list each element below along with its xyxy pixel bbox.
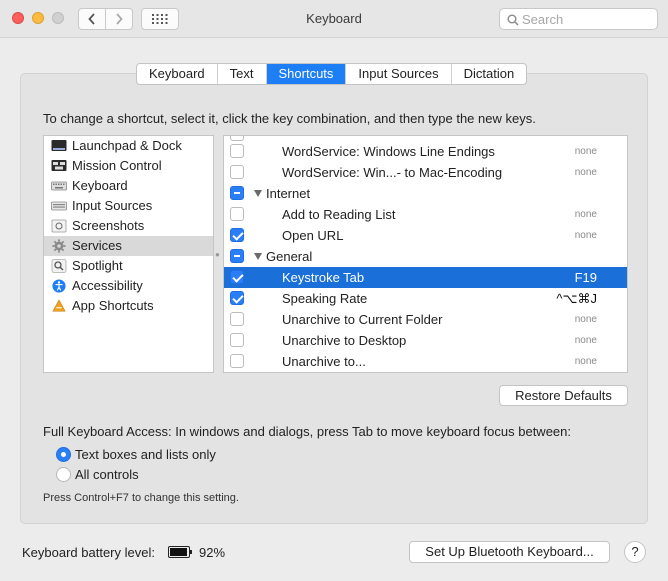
category-label: Keyboard [72, 178, 128, 193]
search-icon [507, 14, 519, 26]
category-item-spotlight[interactable]: Spotlight [44, 256, 213, 276]
group-checkbox[interactable] [230, 249, 244, 263]
tab-text[interactable]: Text [218, 64, 267, 84]
shortcut-label: WordService: Win...- to Mac-Encoding [282, 165, 503, 180]
search-field[interactable] [499, 8, 658, 30]
shortcut-checkbox[interactable] [230, 333, 244, 347]
shortcut-row[interactable]: Add to Reading List none [224, 204, 627, 225]
keyboard-access-hint: Press Control+F7 to change this setting. [43, 492, 239, 504]
category-item-mission-control[interactable]: Mission Control [44, 156, 213, 176]
shortcut-row-selected[interactable]: Keystroke Tab F19 [224, 267, 627, 288]
shortcut-checkbox[interactable] [230, 165, 244, 179]
launchpad-dock-icon [51, 140, 67, 151]
shortcut-group-row[interactable]: Internet [224, 183, 627, 204]
category-label: Launchpad & Dock [72, 138, 182, 153]
split-view-handle[interactable]: ● [215, 250, 221, 259]
shortcut-label: Unarchive to Current Folder [282, 312, 443, 327]
radio-button[interactable] [56, 467, 71, 482]
shortcut-row[interactable]: WordService: Win...- to Mac-Encoding non… [224, 162, 627, 183]
shortcut-label: WordService: Windows Line Endings [282, 144, 495, 159]
shortcut-label: Unarchive to... [282, 354, 366, 369]
category-label: App Shortcuts [72, 298, 154, 313]
accessibility-icon [52, 279, 66, 293]
gear-icon [52, 239, 66, 253]
radio-label: All controls [75, 467, 139, 482]
category-label: Services [72, 238, 122, 253]
category-item-app-shortcuts[interactable]: App Shortcuts [44, 296, 213, 316]
app-shortcuts-icon [52, 299, 66, 312]
category-item-launchpad-dock[interactable]: Launchpad & Dock [44, 136, 213, 156]
keyboard-icon [51, 181, 67, 191]
radio-button[interactable] [56, 447, 71, 462]
shortcut-keys[interactable]: none [575, 314, 597, 325]
category-item-input-sources[interactable]: Input Sources [44, 196, 213, 216]
help-button[interactable]: ? [624, 541, 646, 563]
group-label: General [266, 249, 313, 264]
shortcut-keys[interactable]: none [575, 356, 597, 367]
shortcut-row[interactable]: Speaking Rate ^⌥⌘J [224, 288, 627, 309]
shortcut-label: Unarchive to Desktop [282, 333, 407, 348]
tab-keyboard[interactable]: Keyboard [137, 64, 218, 84]
shortcut-checkbox[interactable] [230, 228, 244, 242]
disclosure-triangle-icon[interactable] [254, 190, 262, 197]
tab-input-sources[interactable]: Input Sources [346, 64, 452, 84]
shortcut-list[interactable]: WordService: Windows Line Endings none W… [223, 135, 628, 373]
shortcut-checkbox[interactable] [230, 354, 244, 368]
shortcut-label: Add to Reading List [282, 207, 396, 222]
shortcut-checkbox[interactable] [230, 207, 244, 221]
tab-dictation[interactable]: Dictation [452, 64, 527, 84]
category-item-services[interactable]: Services [44, 236, 213, 256]
shortcut-group-row[interactable]: General [224, 246, 627, 267]
mission-control-icon [51, 160, 67, 171]
input-sources-icon [51, 201, 67, 211]
battery-level-label: Keyboard battery level: [22, 545, 155, 560]
shortcut-row[interactable]: Open URL none [224, 225, 627, 246]
shortcut-keys[interactable]: F19 [575, 270, 597, 285]
shortcut-label: Speaking Rate [282, 291, 368, 306]
category-list[interactable]: Launchpad & Dock Mission Control Keyboar… [43, 135, 214, 373]
shortcut-row[interactable]: Unarchive to Current Folder none [224, 309, 627, 330]
category-label: Accessibility [72, 278, 143, 293]
shortcut-keys[interactable]: none [575, 335, 597, 346]
shortcut-keys[interactable]: none [575, 146, 597, 157]
restore-defaults-button[interactable]: Restore Defaults [499, 385, 628, 406]
shortcut-label: Open URL [282, 228, 344, 243]
shortcut-checkbox[interactable] [230, 312, 244, 326]
radio-label: Text boxes and lists only [75, 447, 216, 462]
search-input[interactable] [522, 11, 652, 27]
shortcut-keys[interactable]: none [575, 167, 597, 178]
disclosure-triangle-icon[interactable] [254, 253, 262, 260]
battery-percent: 92% [199, 545, 226, 560]
category-item-accessibility[interactable]: Accessibility [44, 276, 213, 296]
title-bar: Keyboard [0, 0, 668, 38]
shortcut-keys[interactable]: none [575, 209, 597, 220]
group-label: Internet [266, 186, 311, 201]
category-label: Input Sources [72, 198, 153, 213]
shortcut-label: Keystroke Tab [282, 270, 365, 285]
spotlight-icon [51, 259, 67, 273]
group-checkbox[interactable] [230, 186, 244, 200]
battery-icon [168, 546, 192, 558]
shortcut-row[interactable]: WordService: Windows Line Endings none [224, 141, 627, 162]
shortcut-row[interactable]: Unarchive to... none [224, 351, 627, 372]
shortcut-keys[interactable]: none [575, 230, 597, 241]
setup-bluetooth-keyboard-button[interactable]: Set Up Bluetooth Keyboard... [409, 541, 610, 563]
shortcut-checkbox[interactable] [230, 291, 244, 305]
screenshots-icon [51, 219, 67, 233]
instructions-text: To change a shortcut, select it, click t… [43, 111, 536, 126]
tab-shortcuts[interactable]: Shortcuts [266, 64, 347, 84]
category-label: Mission Control [72, 158, 162, 173]
shortcut-checkbox[interactable] [230, 270, 244, 284]
category-item-keyboard[interactable]: Keyboard [44, 176, 213, 196]
shortcut-keys[interactable]: ^⌥⌘J [556, 291, 597, 307]
full-keyboard-access-label: Full Keyboard Access: In windows and dia… [43, 424, 571, 439]
category-item-screenshots[interactable]: Screenshots [44, 216, 213, 236]
shortcut-row[interactable]: Unarchive to Desktop none [224, 330, 627, 351]
category-label: Spotlight [72, 258, 123, 273]
category-label: Screenshots [72, 218, 145, 233]
tab-bar: Keyboard Text Shortcuts Input Sources Di… [136, 63, 528, 85]
shortcut-checkbox[interactable] [230, 144, 244, 158]
